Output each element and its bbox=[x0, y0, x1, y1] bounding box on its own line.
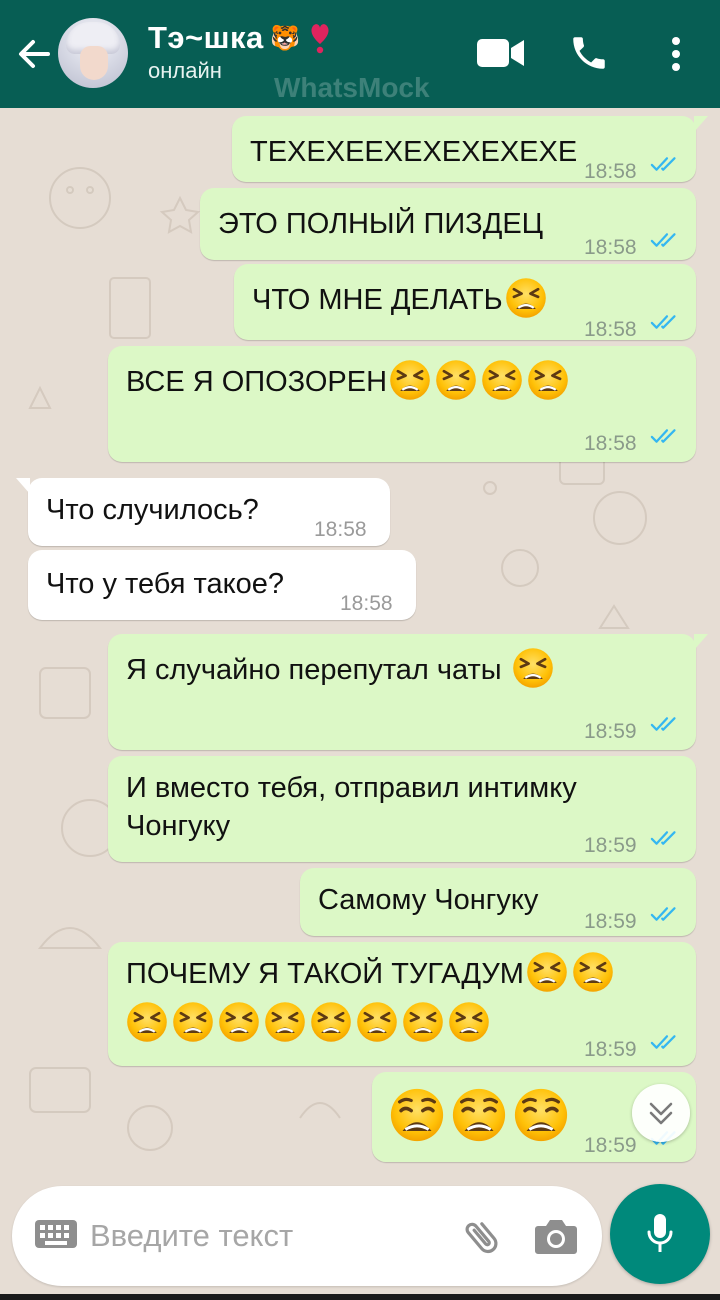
attach-button[interactable] bbox=[458, 1214, 506, 1267]
message-time: 18:58 bbox=[584, 236, 637, 259]
incoming-message[interactable]: Что случилось? 18:58 bbox=[16, 478, 390, 546]
outgoing-message[interactable]: ВСЕ Я ОПОЗОРЕН 18:58 bbox=[108, 346, 696, 462]
tired-face-emoji bbox=[355, 1000, 399, 1044]
tired-face-emoji bbox=[434, 358, 478, 402]
voice-call-button[interactable] bbox=[568, 32, 610, 79]
read-receipt-icon bbox=[650, 154, 682, 174]
read-receipt-icon bbox=[650, 230, 682, 250]
outgoing-message[interactable]: ЭТО ПОЛНЫЙ ПИЗДЕЦ 18:58 bbox=[200, 188, 696, 260]
message-time: 18:58 bbox=[584, 318, 637, 341]
tiger-emoji: 🐯 bbox=[270, 24, 301, 52]
tired-face-emoji bbox=[525, 950, 569, 994]
emoji-row bbox=[124, 1006, 492, 1044]
message-text: Самому Чонгуку bbox=[318, 884, 539, 916]
message-text: Что у тебя такое? bbox=[46, 568, 285, 600]
message-text-line: Чонгуку bbox=[126, 810, 231, 842]
read-receipt-icon bbox=[650, 904, 682, 924]
more-options-button[interactable] bbox=[666, 34, 686, 79]
message-text-line: И вместо тебя, отправил интимку bbox=[126, 772, 577, 804]
outgoing-message[interactable]: Самому Чонгуку 18:59 bbox=[300, 868, 696, 936]
back-button[interactable] bbox=[14, 34, 54, 74]
keyboard-icon bbox=[35, 1220, 77, 1248]
incoming-message[interactable]: Что у тебя такое? 18:58 bbox=[28, 550, 416, 620]
weary-face-emoji bbox=[512, 1086, 570, 1144]
outgoing-message[interactable]: И вместо тебя, отправил интимку Чонгуку … bbox=[108, 756, 696, 862]
message-text: ВСЕ Я ОПОЗОРЕН bbox=[126, 364, 571, 402]
tired-face-emoji bbox=[504, 276, 548, 320]
app-watermark: WhatsMock bbox=[274, 72, 430, 103]
double-chevron-down-icon bbox=[649, 1102, 673, 1125]
tired-face-emoji bbox=[309, 1000, 353, 1044]
read-receipt-icon bbox=[650, 426, 682, 446]
keyboard-button[interactable] bbox=[34, 1218, 78, 1255]
message-time: 18:58 bbox=[340, 592, 393, 615]
tired-face-emoji bbox=[571, 950, 615, 994]
message-text: Я случайно перепутал чаты bbox=[126, 652, 556, 690]
tired-face-emoji bbox=[511, 646, 555, 690]
message-time: 18:59 bbox=[584, 1134, 637, 1157]
message-text: ТЕХЕХЕЕХЕХЕХЕХЕХЕ bbox=[250, 136, 578, 168]
more-vertical-icon bbox=[672, 37, 680, 71]
message-time: 18:58 bbox=[584, 432, 637, 455]
message-time: 18:59 bbox=[584, 834, 637, 857]
outgoing-message[interactable]: Я случайно перепутал чаты 18:59 bbox=[108, 634, 708, 750]
tired-face-emoji bbox=[217, 1000, 261, 1044]
outgoing-message[interactable]: ПОЧЕМУ Я ТАКОЙ ТУГАДУМ 18:59 bbox=[108, 942, 696, 1066]
camera-button[interactable] bbox=[534, 1216, 578, 1261]
back-arrow-icon bbox=[19, 40, 50, 68]
tired-face-emoji bbox=[171, 1000, 215, 1044]
message-time: 18:58 bbox=[314, 518, 367, 541]
message-text: Что случилось? bbox=[46, 494, 259, 526]
phone-icon bbox=[573, 37, 605, 69]
message-text: ЭТО ПОЛНЫЙ ПИЗДЕЦ bbox=[218, 208, 544, 240]
tired-face-emoji bbox=[263, 1000, 307, 1044]
outgoing-message[interactable]: ТЕХЕХЕЕХЕХЕХЕХЕХЕ 18:58 bbox=[232, 116, 708, 183]
tired-face-emoji bbox=[526, 358, 570, 402]
contact-name: Тэ~шка bbox=[148, 20, 264, 55]
weary-face-emoji bbox=[450, 1086, 508, 1144]
tired-face-emoji bbox=[447, 1000, 491, 1044]
tired-face-emoji bbox=[388, 358, 432, 402]
message-time: 18:59 bbox=[584, 910, 637, 933]
voice-message-button[interactable] bbox=[610, 1184, 710, 1284]
outgoing-message[interactable]: ЧТО МНЕ ДЕЛАТЬ 18:58 bbox=[234, 264, 696, 341]
message-text: ЧТО МНЕ ДЕЛАТЬ bbox=[252, 282, 549, 320]
tired-face-emoji bbox=[401, 1000, 445, 1044]
tired-face-emoji bbox=[125, 1000, 169, 1044]
video-camera-icon bbox=[477, 39, 524, 67]
read-receipt-icon bbox=[650, 714, 682, 734]
microphone-icon bbox=[647, 1214, 673, 1252]
message-input[interactable] bbox=[90, 1212, 430, 1260]
message-text: ПОЧЕМУ Я ТАКОЙ ТУГАДУМ bbox=[126, 956, 616, 994]
message-time: 18:59 bbox=[584, 720, 637, 743]
video-call-button[interactable] bbox=[476, 36, 526, 75]
contact-avatar[interactable] bbox=[58, 18, 128, 88]
chat-area[interactable]: ТЕХЕХЕЕХЕХЕХЕХЕХЕ 18:58 ЭТО ПОЛНЫЙ ПИЗДЕ… bbox=[0, 108, 720, 1188]
weary-face-emoji bbox=[388, 1086, 446, 1144]
paperclip-icon bbox=[465, 1222, 498, 1254]
message-time: 18:59 bbox=[584, 1038, 637, 1061]
message-composer bbox=[12, 1186, 602, 1286]
chat-header: Тэ~шка 🐯 онлайн WhatsMock bbox=[0, 0, 720, 108]
read-receipt-icon bbox=[650, 312, 682, 332]
read-receipt-icon bbox=[650, 828, 682, 848]
message-time: 18:58 bbox=[584, 160, 637, 183]
scroll-to-bottom-button[interactable] bbox=[632, 1084, 690, 1142]
system-nav-strip bbox=[0, 1294, 720, 1300]
heart-exclamation-icon bbox=[311, 24, 329, 54]
tired-face-emoji bbox=[480, 358, 524, 402]
camera-icon bbox=[535, 1220, 577, 1254]
read-receipt-icon bbox=[650, 1032, 682, 1052]
emoji-row bbox=[386, 1086, 572, 1144]
